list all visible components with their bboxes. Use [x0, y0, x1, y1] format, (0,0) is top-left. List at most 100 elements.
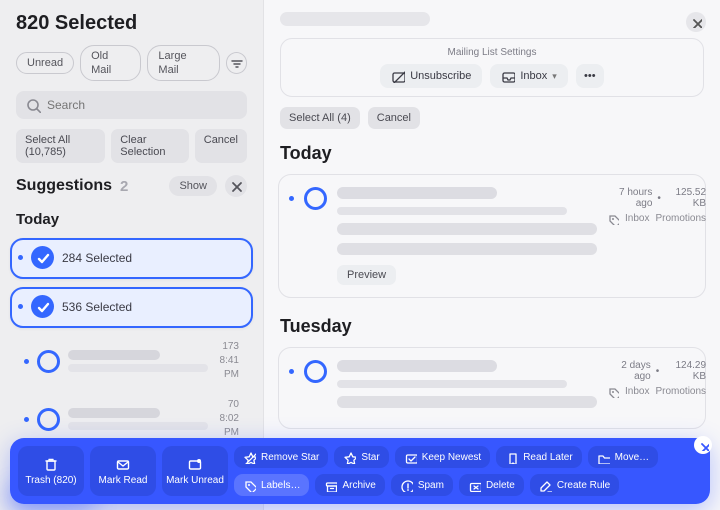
- inbox-menu-button[interactable]: Inbox ▾: [490, 64, 567, 88]
- sender-name-placeholder: [280, 12, 430, 26]
- action-label: Create Rule: [557, 480, 610, 491]
- message-card[interactable]: 2 days ago • 124.29 KB Inbox Promotions: [278, 347, 706, 429]
- message-card[interactable]: Preview 7 hours ago • 125.52 KB Inbox Pr…: [278, 174, 706, 298]
- label-promotions[interactable]: Promotions: [655, 213, 706, 225]
- cancel-button[interactable]: Cancel: [195, 129, 247, 163]
- page-title: 820 Selected: [16, 12, 247, 35]
- bulk-action-bar: Trash (820) Mark Read Mark Unread Remove…: [10, 438, 710, 504]
- subject-placeholder: [68, 422, 208, 430]
- filter-large-mail[interactable]: Large Mail: [147, 45, 219, 81]
- action-label: Archive: [342, 480, 375, 491]
- more-icon: •••: [584, 70, 596, 82]
- clear-selection-button[interactable]: Clear Selection: [111, 129, 189, 163]
- filter-settings-button[interactable]: [226, 52, 248, 74]
- meta-sep: •: [657, 193, 661, 204]
- unread-dot: [289, 196, 294, 201]
- unread-dot: [24, 417, 29, 422]
- label-promotions[interactable]: Promotions: [655, 386, 706, 398]
- spam-button[interactable]: Spam: [391, 474, 453, 496]
- select-all-button[interactable]: Select All (10,785): [16, 129, 105, 163]
- archive-button[interactable]: Archive: [315, 474, 384, 496]
- body-placeholder: [337, 243, 597, 255]
- unread-dot: [18, 304, 23, 309]
- cluster-selected-label: 284 Selected: [62, 251, 132, 265]
- mark-read-button[interactable]: Mark Read: [90, 446, 156, 496]
- message-size: 124.29 KB: [664, 360, 706, 382]
- message-age: 7 hours ago: [607, 187, 652, 209]
- right-cancel-button[interactable]: Cancel: [368, 107, 420, 129]
- trash-label: Trash (820): [25, 475, 76, 486]
- label-inbox[interactable]: Inbox: [625, 213, 649, 225]
- row-count: 70: [216, 398, 239, 412]
- keep-icon: [404, 451, 417, 464]
- mark-read-icon: [115, 456, 131, 472]
- action-label: Move…: [615, 452, 649, 463]
- filter-old-mail[interactable]: Old Mail: [80, 45, 141, 81]
- body-placeholder: [337, 223, 597, 235]
- filter-icon: [229, 56, 243, 70]
- mark-unread-button[interactable]: Mark Unread: [162, 446, 228, 496]
- delete-button[interactable]: Delete: [459, 474, 524, 496]
- preview-button[interactable]: Preview: [337, 265, 396, 285]
- select-toggle[interactable]: [37, 350, 60, 373]
- keep-newest-button[interactable]: Keep Newest: [395, 446, 490, 468]
- label-inbox[interactable]: Inbox: [625, 386, 649, 398]
- close-icon: [229, 179, 243, 193]
- selected-check-icon[interactable]: [31, 295, 54, 318]
- close-action-bar-button[interactable]: [694, 436, 712, 454]
- cluster-selected-label: 536 Selected: [62, 300, 132, 314]
- row-time: 8:41 PM: [216, 354, 239, 382]
- close-panel-button[interactable]: [686, 12, 706, 32]
- sender-cluster[interactable]: 536 Selected: [10, 287, 253, 328]
- select-toggle[interactable]: [304, 187, 327, 210]
- select-toggle[interactable]: [304, 360, 327, 383]
- suggestions-count: 2: [120, 178, 128, 195]
- action-label: Star: [361, 452, 379, 463]
- tag-icon: [607, 386, 619, 398]
- suggestions-title: Suggestions: [16, 177, 112, 195]
- search-field[interactable]: [16, 91, 247, 119]
- trash-button[interactable]: Trash (820): [18, 446, 84, 496]
- read-later-button[interactable]: Read Later: [496, 446, 581, 468]
- close-icon: [690, 16, 702, 28]
- sender-row[interactable]: 173 8:41 PM: [10, 334, 253, 388]
- spam-icon: [400, 479, 413, 492]
- sender-cluster[interactable]: 284 Selected: [10, 238, 253, 279]
- move-button[interactable]: Move…: [588, 446, 658, 468]
- show-suggestions-button[interactable]: Show: [169, 176, 217, 196]
- search-icon: [26, 98, 41, 113]
- action-label: Delete: [486, 480, 515, 491]
- filter-unread[interactable]: Unread: [16, 52, 74, 74]
- mark-unread-icon: [187, 456, 203, 472]
- dismiss-suggestions-button[interactable]: [225, 175, 247, 197]
- meta-sep: •: [656, 366, 660, 377]
- mailing-list-box: Mailing List Settings Unsubscribe Inbox …: [280, 38, 704, 97]
- subject-placeholder: [337, 360, 497, 372]
- subject-placeholder: [337, 187, 497, 199]
- trash-icon: [43, 456, 59, 472]
- subject-placeholder: [68, 364, 208, 372]
- labels-button[interactable]: Labels…: [234, 474, 309, 496]
- inbox-menu-label: Inbox: [520, 70, 547, 82]
- selected-check-icon[interactable]: [31, 246, 54, 269]
- rule-icon: [539, 479, 552, 492]
- folder-icon: [597, 451, 610, 464]
- row-count: 173: [216, 340, 239, 354]
- remove-star-button[interactable]: Remove Star: [234, 446, 328, 468]
- select-toggle[interactable]: [37, 408, 60, 431]
- row-time: 8:02 PM: [216, 412, 239, 440]
- group-day-heading: Today: [264, 129, 720, 170]
- mark-unread-label: Mark Unread: [166, 475, 224, 486]
- day-heading: Today: [0, 201, 263, 234]
- more-menu-button[interactable]: •••: [576, 64, 604, 88]
- unsubscribe-button[interactable]: Unsubscribe: [380, 64, 482, 88]
- star-button[interactable]: Star: [334, 446, 388, 468]
- action-label: Labels…: [261, 480, 300, 491]
- close-icon: [698, 440, 709, 451]
- search-input[interactable]: [47, 98, 237, 112]
- action-label: Spam: [418, 480, 444, 491]
- unsubscribe-icon: [391, 69, 405, 83]
- create-rule-button[interactable]: Create Rule: [530, 474, 619, 496]
- star-icon: [343, 451, 356, 464]
- right-select-all-button[interactable]: Select All (4): [280, 107, 360, 129]
